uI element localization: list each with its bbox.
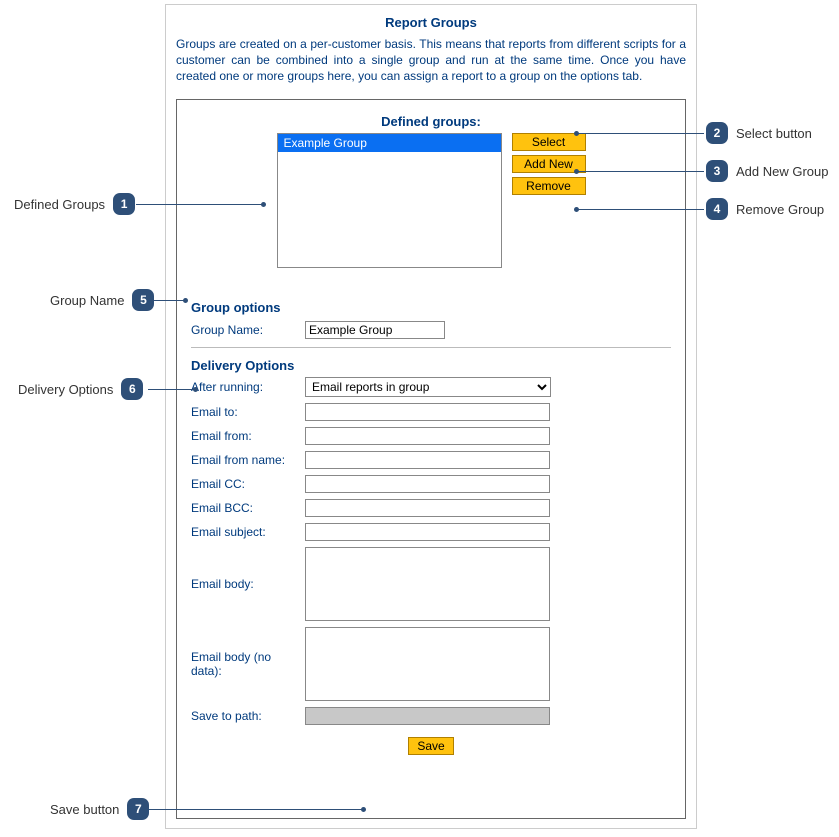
group-name-input[interactable] — [305, 321, 445, 339]
callout-3: 3 Add New Group — [706, 160, 829, 182]
report-groups-panel: Report Groups Groups are created on a pe… — [165, 4, 697, 829]
callout-leader — [576, 171, 704, 172]
email-body-nodata-textarea[interactable] — [305, 627, 550, 701]
after-running-row: After running: Email reports in group — [191, 377, 671, 397]
callout-2: 2 Select button — [706, 122, 812, 144]
intro-text: Groups are created on a per-customer bas… — [166, 36, 696, 93]
defined-groups-button-column: Select Add New Remove — [512, 133, 586, 268]
callout-text: Defined Groups — [14, 197, 105, 212]
email-subject-label: Email subject: — [191, 525, 305, 539]
group-name-row: Group Name: — [191, 321, 671, 339]
callout-leader — [136, 204, 264, 205]
save-to-path-input[interactable] — [305, 707, 550, 725]
email-subject-input[interactable] — [305, 523, 550, 541]
email-to-label: Email to: — [191, 405, 305, 419]
remove-button[interactable]: Remove — [512, 177, 586, 195]
callout-leader — [148, 809, 364, 810]
defined-groups-area: Example Group Select Add New Remove — [191, 133, 671, 268]
callout-5: Group Name 5 — [50, 289, 154, 311]
callout-text: Remove Group — [736, 202, 824, 217]
callout-1: Defined Groups 1 — [14, 193, 135, 215]
inner-container: Defined groups: Example Group Select Add… — [176, 99, 686, 819]
defined-groups-listbox[interactable]: Example Group — [277, 133, 502, 268]
callout-leader — [576, 133, 704, 134]
callout-leader — [148, 300, 186, 301]
callout-text: Delivery Options — [18, 382, 113, 397]
email-cc-input[interactable] — [305, 475, 550, 493]
callout-7: Save button 7 — [50, 798, 149, 820]
callout-badge: 4 — [706, 198, 728, 220]
callout-6: Delivery Options 6 — [18, 378, 143, 400]
save-row: Save — [191, 737, 671, 755]
email-from-label: Email from: — [191, 429, 305, 443]
email-body-label: Email body: — [191, 577, 305, 591]
email-body-textarea[interactable] — [305, 547, 550, 621]
callout-badge: 3 — [706, 160, 728, 182]
page-title: Report Groups — [166, 5, 696, 36]
email-from-name-label: Email from name: — [191, 453, 305, 467]
callout-4: 4 Remove Group — [706, 198, 824, 220]
group-options-title: Group options — [191, 300, 671, 315]
email-cc-label: Email CC: — [191, 477, 305, 491]
after-running-label: After running: — [191, 380, 305, 394]
email-body-nodata-label: Email body (no data): — [191, 650, 305, 678]
after-running-select[interactable]: Email reports in group — [305, 377, 551, 397]
email-bcc-input[interactable] — [305, 499, 550, 517]
callout-badge: 1 — [113, 193, 135, 215]
callout-text: Save button — [50, 802, 119, 817]
callout-badge: 6 — [121, 378, 143, 400]
callout-leader — [576, 209, 704, 210]
defined-groups-label: Defined groups: — [191, 114, 671, 129]
list-item[interactable]: Example Group — [278, 134, 501, 152]
email-from-name-input[interactable] — [305, 451, 550, 469]
email-to-input[interactable] — [305, 403, 550, 421]
delivery-options-title: Delivery Options — [191, 358, 671, 373]
callout-text: Group Name — [50, 293, 124, 308]
email-from-input[interactable] — [305, 427, 550, 445]
callout-badge: 2 — [706, 122, 728, 144]
divider — [191, 347, 671, 348]
callout-leader — [148, 389, 196, 390]
save-to-path-label: Save to path: — [191, 709, 305, 723]
save-button[interactable]: Save — [408, 737, 453, 755]
callout-badge: 7 — [127, 798, 149, 820]
callout-text: Select button — [736, 126, 812, 141]
group-name-label: Group Name: — [191, 323, 305, 337]
callout-text: Add New Group — [736, 164, 829, 179]
email-bcc-label: Email BCC: — [191, 501, 305, 515]
